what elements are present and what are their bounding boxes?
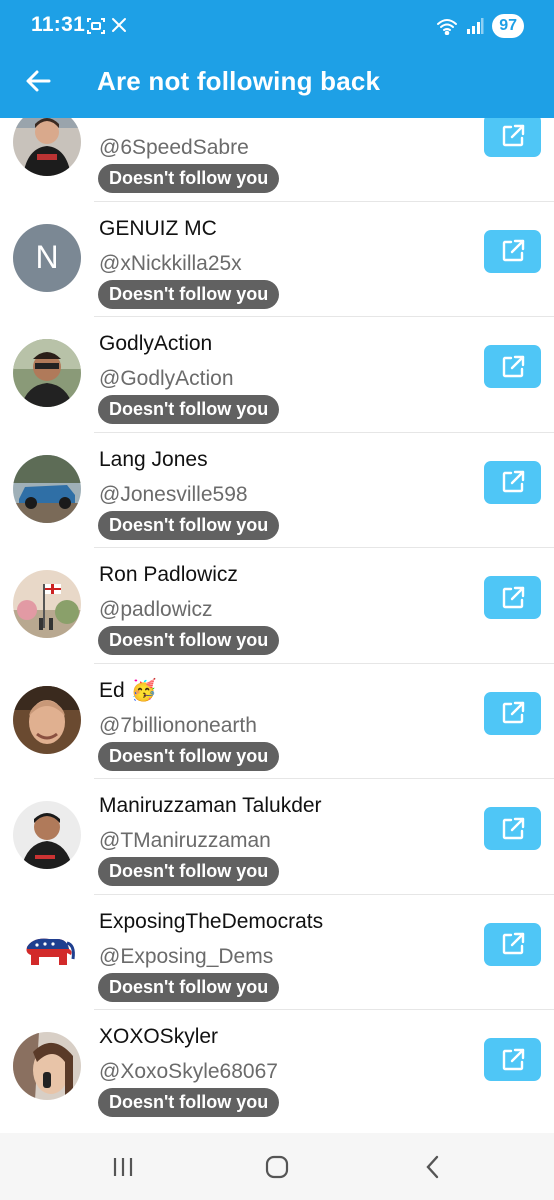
user-name: Ron Padlowicz [99,563,238,586]
system-nav-bar [0,1133,554,1200]
user-name: Maniruzzaman Talukder [99,794,322,817]
page-title: Are not following back [97,66,381,96]
avatar[interactable] [13,339,81,407]
avatar[interactable] [13,916,81,985]
home-button[interactable] [262,1153,292,1181]
list-item[interactable]: Lang Jones @Jonesville598 Doesn't follow… [0,433,554,548]
arrow-left-icon[interactable] [22,64,56,98]
user-name: Ed 🥳 [99,678,157,702]
open-profile-button[interactable] [484,807,541,850]
follow-status-badge: Doesn't follow you [98,164,280,193]
avatar[interactable] [13,570,81,638]
external-link-icon [502,124,524,146]
external-link-icon [502,1048,524,1070]
user-handle: @Exposing_Dems [99,944,274,968]
user-handle: @7billiononearth [99,713,257,737]
external-link-icon [502,470,524,493]
avatar[interactable] [13,108,81,176]
x-logo-icon [112,18,126,32]
battery-level: 97 [492,14,524,38]
open-profile-button[interactable] [484,922,541,966]
status-indicators: 97 [436,13,524,39]
list-item[interactable]: Ron Padlowicz @padlowicz Doesn't follow … [0,548,554,664]
user-list: @6SpeedSabre Doesn't follow you N GENUIZ… [0,86,554,1126]
user-handle: @TManiruzzaman [99,829,271,852]
external-link-icon [502,586,524,608]
back-button[interactable] [418,1153,448,1181]
user-handle: @GodlyAction [99,367,234,390]
user-name: GodlyAction [99,332,213,355]
open-profile-button[interactable] [484,229,541,273]
screenshot-icon [87,18,105,34]
external-link-icon [502,355,524,377]
external-link-icon [502,239,524,262]
user-handle: @Jonesville598 [99,482,248,506]
recent-apps-icon [113,1158,133,1176]
external-link-icon [502,932,524,955]
open-profile-button[interactable] [484,345,541,388]
follow-status-badge: Doesn't follow you [98,741,280,771]
avatar[interactable] [13,801,81,869]
follow-status-badge: Doesn't follow you [98,857,280,886]
user-handle: @6SpeedSabre [99,136,249,159]
home-icon [265,1155,289,1179]
list-item[interactable]: N GENUIZ MC @xNickkilla25x Doesn't follo… [0,202,554,317]
list-item[interactable]: ExposingTheDemocrats @Exposing_Dems Does… [0,895,554,1010]
status-bar: 11:31 97 [0,0,554,52]
avatar[interactable]: N [13,223,81,292]
follow-status-badge: Doesn't follow you [98,972,280,1002]
user-name: Lang Jones [99,447,208,471]
list-item[interactable]: GodlyAction @GodlyAction Doesn't follow … [0,317,554,433]
avatar[interactable] [13,1032,81,1100]
user-name: XOXOSkyler [99,1025,219,1048]
follow-status-badge: Doesn't follow you [98,510,280,540]
wifi-icon [437,19,458,35]
status-time: 11:31 [31,13,86,36]
back-icon [426,1155,439,1179]
list-item[interactable]: Ed 🥳 @7billiononearth Doesn't follow you [0,664,554,779]
avatar[interactable] [13,454,81,523]
follow-status-badge: Doesn't follow you [98,395,280,424]
user-name: ExposingTheDemocrats [99,909,324,933]
follow-status-badge: Doesn't follow you [98,279,280,309]
open-profile-button[interactable] [484,1038,541,1081]
external-link-icon [502,701,524,724]
user-handle: @padlowicz [99,598,213,621]
user-name: GENUIZ MC [99,216,217,240]
follow-status-badge: Doesn't follow you [98,626,280,655]
app-header: 11:31 97 Are not following back [0,0,554,118]
follow-status-badge: Doesn't follow you [98,1088,280,1117]
avatar[interactable] [13,685,81,754]
user-handle: @xNickkilla25x [99,251,242,275]
recent-apps-button[interactable] [108,1153,138,1181]
user-handle: @XoxoSkyle68067 [99,1060,278,1083]
external-link-icon [502,817,524,839]
open-profile-button[interactable] [484,576,541,619]
signal-icon [467,18,484,34]
list-item[interactable]: Maniruzzaman Talukder @TManiruzzaman Doe… [0,779,554,895]
open-profile-button[interactable] [484,114,541,157]
open-profile-button[interactable] [484,460,541,504]
list-item[interactable]: XOXOSkyler @XoxoSkyle68067 Doesn't follo… [0,1010,554,1126]
open-profile-button[interactable] [484,691,541,735]
